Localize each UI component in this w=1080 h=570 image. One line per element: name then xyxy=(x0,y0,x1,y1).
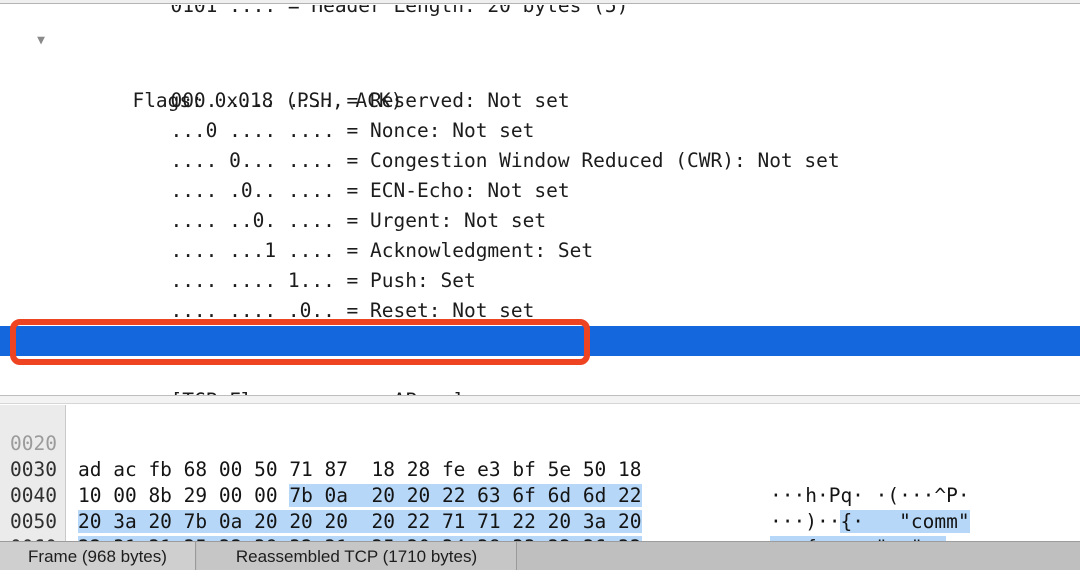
tree-row-flags[interactable]: ▼ Flags: 0x018 (PSH, ACK) xyxy=(0,26,1080,112)
hex-row[interactable]: 0050 22 31 31 35 32 39 32 31 35 30 34 38… xyxy=(0,483,1080,570)
tree-row[interactable]: ...0 .... .... = Nonce: Not set xyxy=(0,86,1080,142)
wireshark-packet-window: 0101 .... = Header Length: 20 bytes (5) … xyxy=(0,0,1080,570)
tree-row[interactable]: .... .... 1... = Push: Set xyxy=(0,236,1080,292)
tree-row[interactable]: .... ..0. .... = Urgent: Not set xyxy=(0,176,1080,232)
tree-row[interactable]: Window size value: 1026 xyxy=(0,386,1080,395)
tree-row[interactable]: [TCP Flags: ·······AP···] xyxy=(0,356,1080,395)
packet-bytes-pane[interactable]: 0020 ad ac fb 68 00 50 71 87 18 28 fe e3… xyxy=(0,395,1080,570)
tab-frame[interactable]: Frame (968 bytes) xyxy=(0,542,196,570)
bytes-pane-tabbar: Frame (968 bytes) Reassembled TCP (1710 … xyxy=(0,541,1080,570)
window-top-strip xyxy=(0,0,1080,4)
tree-row[interactable]: 000. .... .... = Reserved: Not set xyxy=(0,56,1080,112)
tree-row[interactable]: .... .0.. .... = ECN-Echo: Not set xyxy=(0,146,1080,202)
hex-row[interactable]: 0030 10 00 8b 29 00 00 7b 0a 20 20 22 63… xyxy=(0,431,1080,533)
packet-details-pane[interactable]: 0101 .... = Header Length: 20 bytes (5) … xyxy=(0,5,1080,395)
hex-row[interactable]: 0060 35 39 32 37 22 2c 0a 20 20 20 20 22… xyxy=(0,509,1080,570)
chevron-down-icon[interactable]: ▼ xyxy=(32,26,50,56)
tree-row[interactable]: .... .... ..0. = Syn: Not set xyxy=(0,296,1080,352)
hex-row[interactable]: 0040 20 3a 20 7b 0a 20 20 20 20 22 71 71… xyxy=(0,457,1080,559)
hex-row[interactable]: 0020 ad ac fb 68 00 50 71 87 18 28 fe e3… xyxy=(0,405,1080,507)
tabbar-filler xyxy=(518,542,1080,570)
hex-rows: 0020 ad ac fb 68 00 50 71 87 18 28 fe e3… xyxy=(0,405,1080,570)
tab-reassembled-tcp[interactable]: Reassembled TCP (1710 bytes) xyxy=(197,542,517,570)
tree-row[interactable]: 0101 .... = Header Length: 20 bytes (5) xyxy=(0,5,1080,26)
tree-row[interactable]: .... 0... .... = Congestion Window Reduc… xyxy=(0,116,1080,172)
tree-row-selected-fin[interactable]: .... .... ...0 = Fin: Not set xyxy=(0,326,1080,382)
hex-pane-topbar xyxy=(0,396,1080,404)
tree-row[interactable]: .... .... .0.. = Reset: Not set xyxy=(0,266,1080,322)
tree-row[interactable]: .... ...1 .... = Acknowledgment: Set xyxy=(0,206,1080,262)
